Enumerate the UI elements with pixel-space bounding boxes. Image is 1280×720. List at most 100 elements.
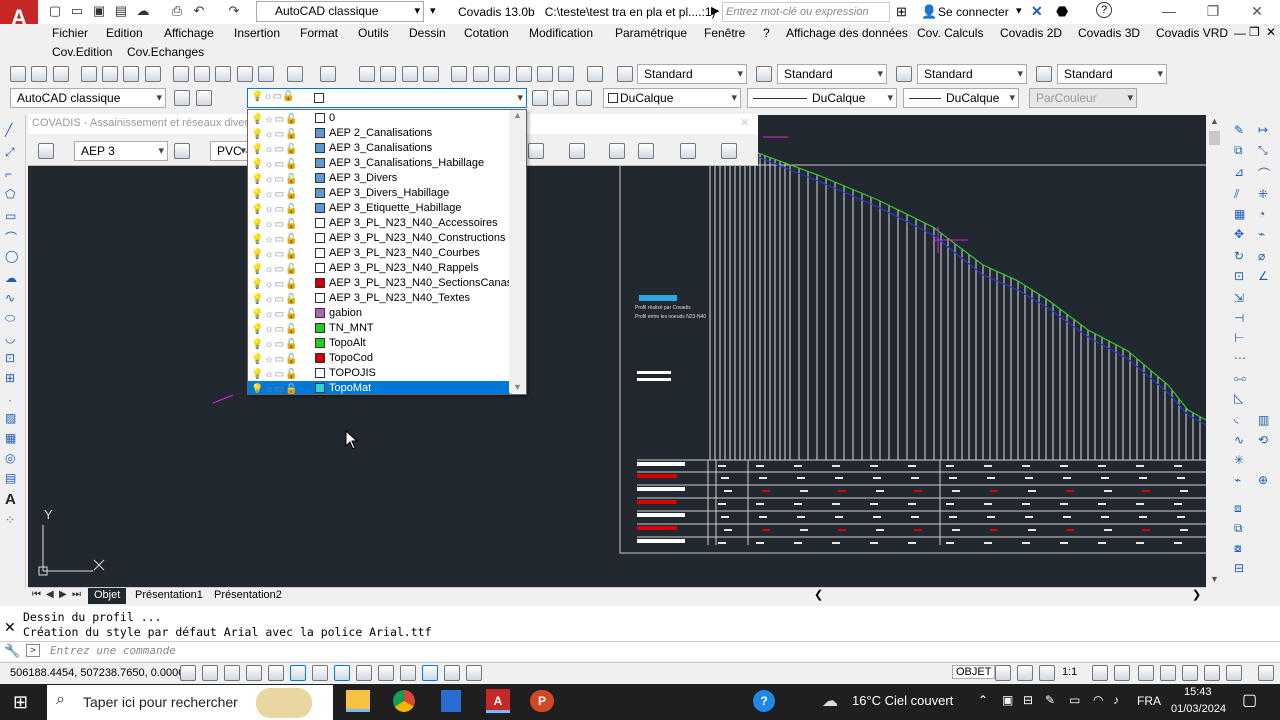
dyn-icon[interactable]	[378, 665, 394, 681]
sheetset-icon[interactable]	[516, 66, 532, 82]
spline-icon[interactable]: ∿	[5, 291, 15, 305]
notification-icon[interactable]: ▢	[1242, 690, 1257, 710]
tab-layout1[interactable]: Présentation1	[129, 588, 209, 604]
layer-row[interactable]: 💡☼▭🔓 AEP 3_Divers_Habillage	[248, 186, 510, 201]
menu-parametrique[interactable]: Paramétrique	[615, 26, 687, 40]
user-icon[interactable]: 👤	[921, 4, 937, 20]
layer-row[interactable]: 💡☼▭🔓 TOPOJIS	[248, 366, 510, 381]
preview-icon[interactable]	[102, 66, 118, 82]
color-select[interactable]: DuCalque	[603, 88, 741, 108]
make-current-icon[interactable]	[532, 90, 548, 106]
offset-icon[interactable]: ⫽	[1234, 187, 1239, 202]
layer-state-icons[interactable]: 💡☼▭🔓	[251, 157, 321, 170]
dim-tolerance-icon[interactable]: ⊕	[1258, 473, 1268, 487]
plot-icon[interactable]	[81, 66, 97, 82]
lwt-icon[interactable]	[400, 665, 416, 681]
autoscale-icon[interactable]	[1092, 665, 1108, 681]
layer-row[interactable]: 💡☼▭🔓 TopoCod	[248, 351, 510, 366]
layer-dropdown-list[interactable]: 💡☼▭🔓 0 💡☼▭🔓 AEP 2_Canalisations 💡☼▭🔓 AEP 3_Ca…	[247, 109, 527, 395]
polar-icon[interactable]	[268, 665, 284, 681]
quickview-layouts-icon[interactable]	[995, 665, 1011, 681]
redo-icon[interactable]: ↷	[225, 3, 243, 19]
open-icon[interactable]: ▭	[68, 3, 86, 19]
menu-cotation[interactable]: Cotation	[464, 26, 509, 40]
redo-icon[interactable]	[320, 66, 336, 82]
annotation-scale[interactable]: 1:1	[1062, 666, 1077, 678]
rectangle-icon[interactable]: ▭	[5, 209, 16, 223]
isolate-icon[interactable]	[1204, 665, 1220, 681]
doc-restore-button[interactable]: ❐	[1249, 25, 1260, 39]
file-explorer-icon[interactable]	[346, 690, 370, 712]
new-icon[interactable]: ▢	[46, 3, 64, 19]
layer-state-icons[interactable]: 💡☼▭🔓	[251, 127, 321, 140]
mleader-style-select[interactable]: Standard	[1057, 64, 1167, 84]
edit-polyline-icon[interactable]: ⌁	[1234, 473, 1241, 487]
blend-icon[interactable]: ∿	[1234, 433, 1244, 447]
3dosnap-icon[interactable]	[312, 665, 328, 681]
layer-row[interactable]: 💡☼▭🔓 AEP 3_PL_N23_N40_Rappels	[248, 261, 510, 276]
layer-tools-icon[interactable]	[576, 90, 592, 106]
layer-row[interactable]: 💡☼▭🔓 TopoMat	[248, 381, 510, 394]
stretch-icon[interactable]: ⇲	[1234, 291, 1244, 305]
help-icon[interactable]	[587, 66, 603, 82]
menu-fenetre[interactable]: Fenêtre	[704, 26, 745, 40]
menu-covadis-2d[interactable]: Covadis 2D	[1000, 26, 1062, 40]
polygon-icon[interactable]: ⬠	[5, 187, 15, 201]
layer-row[interactable]: 💡☼▭🔓 AEP 3_PL_N23_N40_Constructions	[248, 231, 510, 246]
tray-device-icon[interactable]: ⊟	[1023, 693, 1033, 707]
polyline-icon[interactable]: ⌐	[5, 167, 12, 181]
command-prompt-icon[interactable]: >	[26, 644, 40, 657]
windows-start-icon[interactable]: ⊞	[13, 692, 28, 713]
hatch-icon[interactable]: ▨	[5, 411, 16, 425]
layer-state-icons[interactable]: 💡☼▭🔓	[251, 277, 321, 290]
copy-icon[interactable]	[194, 66, 210, 82]
menu-format[interactable]: Format	[300, 26, 338, 40]
textstyle-icon[interactable]	[617, 66, 633, 82]
material-select[interactable]: PVC - 2	[210, 141, 250, 161]
dim-arc-icon[interactable]: ⌒	[1258, 165, 1270, 182]
menu-dessin[interactable]: Dessin	[409, 26, 446, 40]
region-icon[interactable]: ◎	[5, 451, 15, 465]
layer-previous-icon[interactable]	[553, 90, 569, 106]
menu-modification[interactable]: Modification	[529, 26, 593, 40]
menu-edition[interactable]: Edition	[106, 26, 143, 40]
zoom-window-icon[interactable]	[402, 66, 418, 82]
point-icon[interactable]: ·	[8, 393, 12, 407]
extend-icon[interactable]: ⊢	[1234, 331, 1244, 345]
layer-row[interactable]: 💡☼▭🔓 AEP 3_PL_N23_N40_SectionsCanas	[248, 276, 512, 291]
menu-cov-edition[interactable]: Cov.Edition	[52, 45, 112, 59]
tab-model[interactable]: Objet	[88, 588, 127, 604]
layer-state-icons[interactable]: 💡☼▭🔓	[251, 217, 321, 230]
signin-chevron-icon[interactable]: ▾	[1016, 4, 1022, 17]
tablestyle-icon[interactable]	[896, 66, 912, 82]
clock-time[interactable]: 15:43	[1184, 686, 1212, 698]
layer-state-icons[interactable]: 💡☼▭🔓	[251, 382, 321, 394]
annotation-visibility-icon[interactable]	[1039, 665, 1055, 681]
break-icon[interactable]: ⋯	[1234, 351, 1246, 365]
tab-nav-last-icon[interactable]: ⏭	[72, 589, 81, 600]
snap-icon[interactable]	[202, 665, 218, 681]
explode-icon[interactable]: ✳	[1234, 453, 1244, 467]
hscroll-right-icon[interactable]: ❯	[1192, 588, 1201, 601]
mleaderstyle-icon[interactable]	[1036, 66, 1052, 82]
layer-row[interactable]: 💡☼▭🔓 AEP 3_Canalisations	[248, 141, 510, 156]
clock-date[interactable]: 01/03/2024	[1171, 703, 1226, 715]
layer-row[interactable]: 💡☼▭🔓 AEP 2_Canalisations	[248, 126, 510, 141]
circle-icon[interactable]: ◯	[5, 249, 18, 263]
ortho-icon[interactable]	[246, 665, 262, 681]
menu-insertion[interactable]: Insertion	[234, 26, 280, 40]
lock-icon[interactable]	[1160, 665, 1176, 681]
move-icon[interactable]: ✥	[1234, 227, 1244, 241]
model-space-toggle[interactable]: OBJET	[952, 665, 996, 679]
trim-icon[interactable]: ⊣	[1234, 311, 1244, 325]
layer-manager-icon[interactable]	[196, 90, 212, 106]
dim-update-icon[interactable]: ⟲	[1258, 433, 1268, 447]
autocad-taskbar-icon[interactable]: A	[486, 689, 510, 713]
layer-row[interactable]: 💡☼▭🔓 AEP 3_PL_N23_N40_Textes	[248, 291, 510, 306]
table-style-select[interactable]: Standard	[917, 64, 1027, 84]
text-style-select[interactable]: Standard	[637, 64, 747, 84]
array-icon[interactable]: ▦	[1234, 207, 1245, 221]
language-indicator[interactable]: FRA	[1137, 694, 1161, 708]
erase-icon[interactable]: ✎	[1234, 123, 1244, 137]
ellipse-icon[interactable]: ⬭	[5, 311, 15, 326]
